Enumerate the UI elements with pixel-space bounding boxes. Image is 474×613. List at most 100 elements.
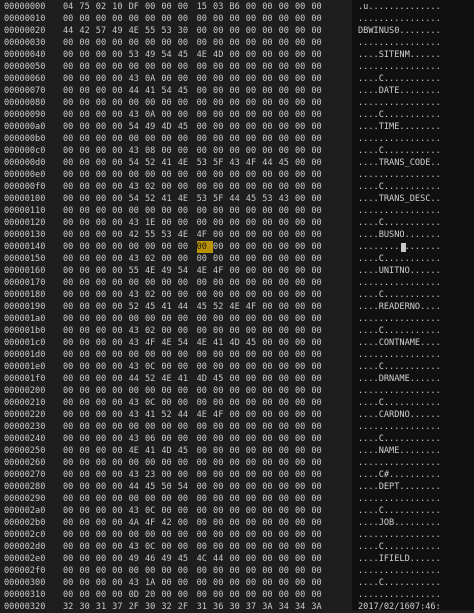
hex-byte[interactable]: 00 — [79, 13, 95, 25]
hex-byte[interactable]: 00 — [96, 265, 112, 277]
hex-byte[interactable]: 00 — [96, 229, 112, 241]
hex-byte[interactable]: 00 — [229, 61, 245, 73]
hex-byte[interactable]: 00 — [262, 589, 278, 601]
hex-byte[interactable]: 00 — [197, 25, 213, 37]
hex-byte[interactable]: 00 — [197, 505, 213, 517]
hex-byte[interactable]: 55 — [145, 229, 161, 241]
hex-byte[interactable]: 00 — [229, 133, 245, 145]
hex-byte[interactable]: 00 — [262, 49, 278, 61]
row-ascii[interactable]: ....SITENM...... — [358, 49, 441, 61]
hex-byte[interactable]: 00 — [311, 265, 327, 277]
hex-byte[interactable]: 00 — [246, 205, 262, 217]
hex-byte[interactable]: 55 — [145, 25, 161, 37]
hex-byte[interactable]: 00 — [279, 313, 295, 325]
hex-byte[interactable]: 00 — [161, 457, 177, 469]
hex-byte[interactable]: 00 — [279, 265, 295, 277]
hex-byte[interactable]: 00 — [79, 529, 95, 541]
hex-byte[interactable]: 00 — [279, 409, 295, 421]
row-ascii[interactable]: ................ — [358, 241, 441, 253]
hex-byte[interactable]: 00 — [63, 61, 79, 73]
hex-byte[interactable]: 00 — [295, 217, 311, 229]
hex-byte[interactable]: 00 — [262, 505, 278, 517]
hex-byte[interactable]: 00 — [262, 145, 278, 157]
hex-byte[interactable]: 00 — [79, 301, 95, 313]
hex-byte[interactable]: 00 — [178, 289, 194, 301]
hex-byte[interactable]: 31 — [96, 601, 112, 613]
hex-byte[interactable]: 00 — [311, 133, 327, 145]
hex-byte[interactable]: 00 — [262, 577, 278, 589]
row-hex-bytes[interactable]: 0000000000000000000000000000000000 00 00… — [63, 493, 328, 505]
hex-byte[interactable]: 00 — [262, 493, 278, 505]
hex-byte[interactable]: 00 — [178, 13, 194, 25]
hex-byte[interactable]: 00 — [178, 469, 194, 481]
hex-byte[interactable]: 44 — [178, 409, 194, 421]
hex-byte[interactable]: 00 — [311, 85, 327, 97]
hex-byte[interactable]: 00 — [112, 145, 128, 157]
hex-byte[interactable]: 00 — [295, 97, 311, 109]
hex-byte[interactable]: 00 — [197, 577, 213, 589]
hex-byte[interactable]: 0C — [145, 505, 161, 517]
hex-byte[interactable]: 00 — [79, 445, 95, 457]
hex-byte[interactable]: 00 — [295, 289, 311, 301]
hex-byte[interactable]: 36 — [213, 601, 229, 613]
hex-byte[interactable]: 00 — [311, 397, 327, 409]
hex-byte[interactable]: 00 — [96, 181, 112, 193]
hex-byte[interactable]: 30 — [79, 601, 95, 613]
row-ascii[interactable]: ....C........... — [358, 577, 441, 589]
row-hex-bytes[interactable]: 00000000430A0000000000000000000000 00 00… — [63, 73, 328, 85]
hex-byte[interactable]: 00 — [311, 385, 327, 397]
hex-byte[interactable]: 00 — [213, 37, 229, 49]
hex-byte[interactable]: 00 — [178, 145, 194, 157]
hex-byte[interactable]: 00 — [246, 325, 262, 337]
row-hex-bytes[interactable]: 0000000043080000000000000000000000 00 00… — [63, 145, 328, 157]
hex-byte[interactable]: 37 — [112, 601, 128, 613]
hex-byte[interactable]: 00 — [295, 49, 311, 61]
row-ascii[interactable]: ....C........... — [358, 73, 441, 85]
hex-byte[interactable]: 00 — [246, 289, 262, 301]
hex-byte[interactable]: 00 — [262, 205, 278, 217]
hex-byte[interactable]: 00 — [178, 397, 194, 409]
hex-byte[interactable]: 49 — [161, 265, 177, 277]
hex-byte[interactable]: 00 — [311, 445, 327, 457]
hex-byte[interactable]: 00 — [197, 145, 213, 157]
hex-byte[interactable]: 00 — [63, 505, 79, 517]
hex-byte[interactable]: 00 — [63, 553, 79, 565]
hex-byte[interactable]: 00 — [311, 229, 327, 241]
hex-byte[interactable]: 00 — [311, 241, 327, 253]
hex-byte[interactable]: 00 — [96, 61, 112, 73]
hex-byte[interactable]: 00 — [262, 433, 278, 445]
hex-byte[interactable]: 00 — [79, 97, 95, 109]
hex-byte[interactable]: 00 — [311, 169, 327, 181]
hex-byte[interactable]: 00 — [129, 313, 145, 325]
hex-byte[interactable]: 00 — [295, 13, 311, 25]
hex-byte[interactable]: 00 — [197, 97, 213, 109]
hex-byte[interactable]: 4F — [213, 265, 229, 277]
hex-byte[interactable]: 00 — [96, 529, 112, 541]
hex-byte[interactable]: 00 — [246, 565, 262, 577]
hex-byte[interactable]: 00 — [246, 85, 262, 97]
hex-byte[interactable]: 00 — [246, 169, 262, 181]
hex-byte[interactable]: 00 — [213, 577, 229, 589]
hex-byte[interactable]: 53 — [262, 193, 278, 205]
row-hex-bytes[interactable]: 000000005245414445524E4F0000000000 00 00… — [63, 301, 328, 313]
hex-row[interactable]: 00000130 00 00 00 00 42 55 53 4E 4F 00 00 00 00 00 00 00… — [0, 229, 474, 241]
row-hex-bytes[interactable]: 0000000000000000000000000000000000 00 00… — [63, 385, 328, 397]
hex-byte[interactable]: 02 — [96, 1, 112, 13]
hex-byte[interactable]: 43 — [229, 157, 245, 169]
hex-byte[interactable]: 00 — [63, 133, 79, 145]
hex-byte[interactable]: 00 — [229, 541, 245, 553]
hex-byte[interactable]: 00 — [197, 181, 213, 193]
hex-byte[interactable]: 00 — [178, 541, 194, 553]
hex-byte[interactable]: 00 — [295, 445, 311, 457]
hex-byte[interactable]: 00 — [213, 433, 229, 445]
hex-byte[interactable]: 4F — [246, 301, 262, 313]
row-hex-bytes[interactable]: 000000000D200000000000000000000000 00 00… — [63, 589, 328, 601]
hex-byte[interactable]: 42 — [161, 517, 177, 529]
hex-byte[interactable]: 08 — [145, 145, 161, 157]
hex-byte[interactable]: 00 — [63, 49, 79, 61]
hex-byte[interactable]: 45 — [178, 121, 194, 133]
hex-byte[interactable]: 00 — [79, 517, 95, 529]
row-hex-bytes[interactable]: 00000000434152444E4F00000000000000 00 00… — [63, 409, 328, 421]
hex-byte[interactable]: 43 — [279, 193, 295, 205]
hex-byte[interactable]: 53 — [129, 49, 145, 61]
